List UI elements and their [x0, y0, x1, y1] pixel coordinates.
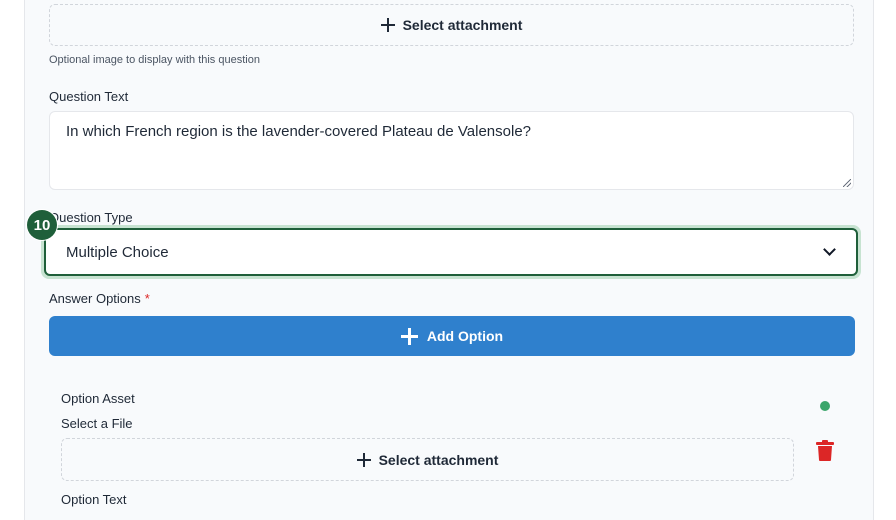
resize-handle[interactable]	[843, 179, 851, 187]
question-text-input[interactable]: In which French region is the lavender-c…	[49, 111, 854, 190]
question-type-select[interactable]: Multiple Choice	[44, 228, 858, 276]
select-attachment-label: Select attachment	[402, 17, 523, 33]
question-text-label: Question Text	[49, 89, 129, 104]
select-file-label: Select a File	[61, 416, 133, 431]
option-asset-label: Option Asset	[61, 391, 135, 406]
step-badge: 10	[27, 210, 57, 240]
question-type-label: Question Type	[49, 210, 133, 225]
answer-options-label-text: Answer Options	[49, 291, 141, 306]
option-select-attachment-button[interactable]: Select attachment	[61, 438, 794, 481]
add-option-label: Add Option	[426, 328, 504, 344]
chevron-down-icon	[823, 243, 836, 256]
option-select-attachment-label: Select attachment	[378, 451, 499, 468]
plus-icon	[380, 18, 395, 32]
select-attachment-button[interactable]: Select attachment	[49, 4, 854, 46]
status-dot	[820, 401, 830, 411]
attachment-hint: Optional image to display with this ques…	[49, 54, 260, 66]
plus-icon	[356, 452, 371, 467]
add-option-button[interactable]: Add Option	[49, 316, 855, 356]
question-type-value: Multiple Choice	[66, 243, 169, 261]
question-text-value: In which French region is the lavender-c…	[66, 123, 531, 140]
answer-options-label: Answer Options *	[49, 291, 150, 306]
trash-icon[interactable]	[816, 440, 834, 461]
option-text-label: Option Text	[61, 492, 127, 507]
plus-icon	[400, 327, 418, 345]
required-marker: *	[144, 291, 150, 306]
